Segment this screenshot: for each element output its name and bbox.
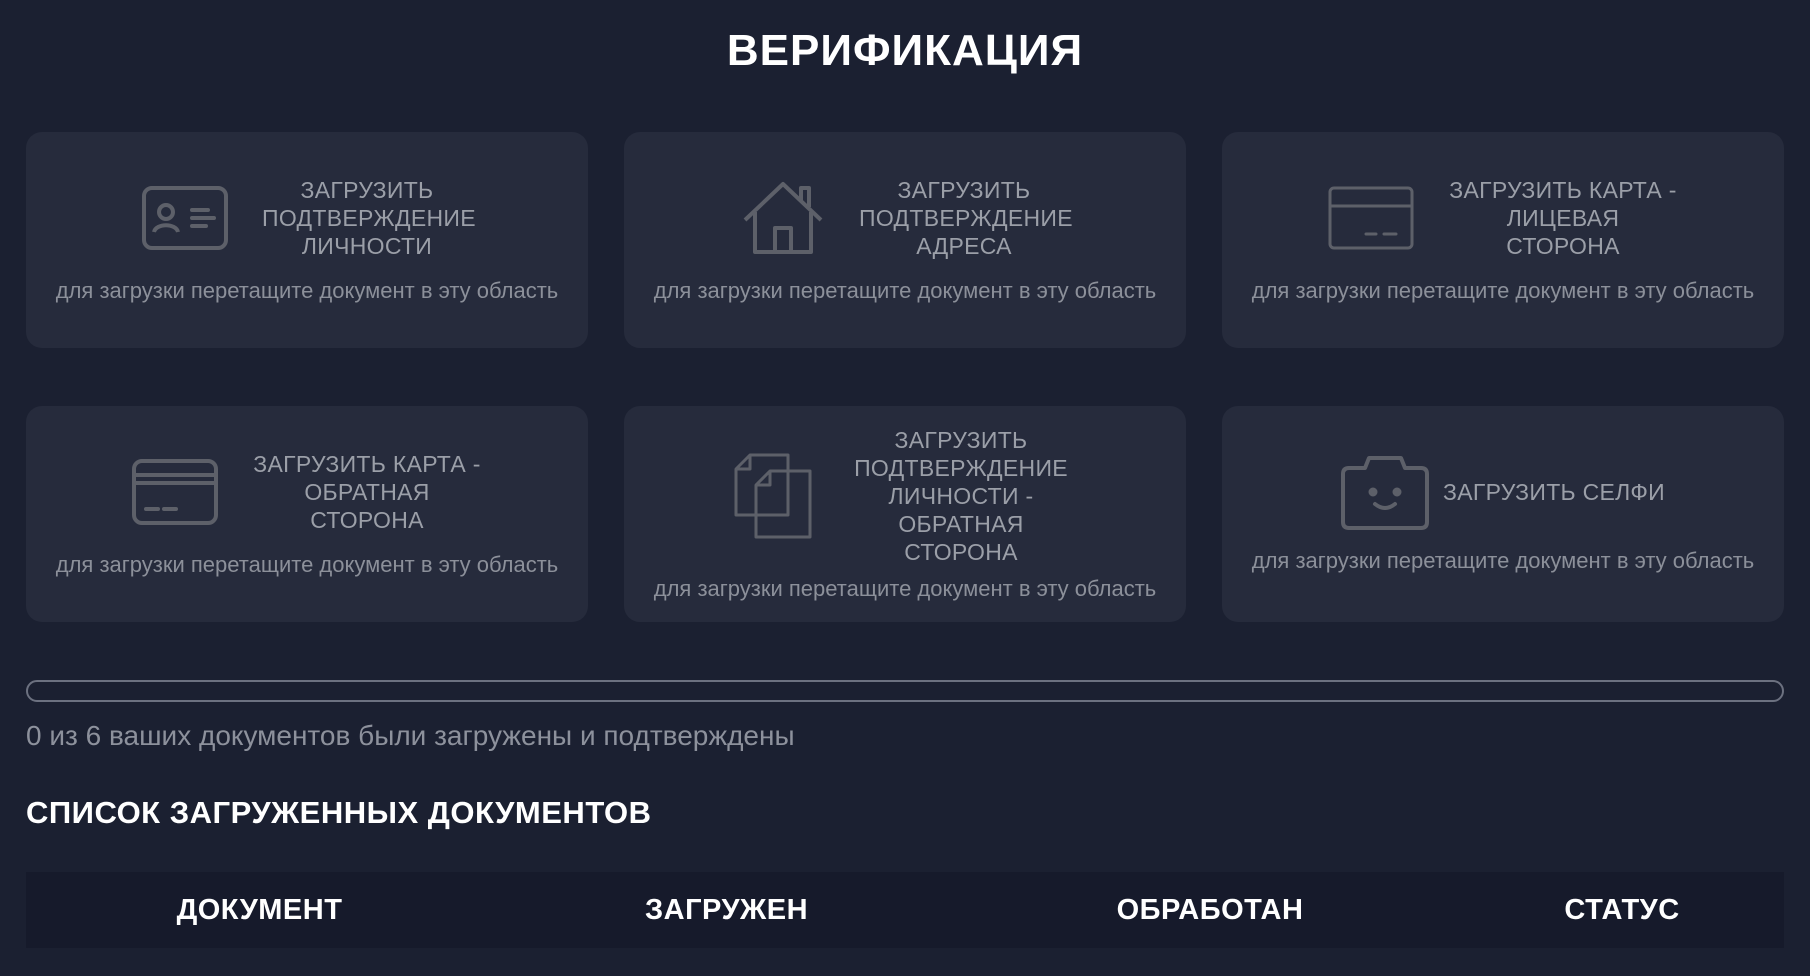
column-header-status[interactable]: СТАТУС [1460,894,1784,927]
credit-card-back-icon [132,459,218,525]
upload-identity-label: Загрузить подтверждение личности [262,177,476,259]
page-title: ВЕРИФИКАЦИЯ [726,26,1084,75]
upload-selfie-label: Загрузить селфи [1443,479,1665,505]
documents-table-header: ДОКУМЕНТ ЗАГРУЖЕН ОБРАБОТАН СТАТУС [26,872,1784,948]
upload-card-back-card[interactable]: Загрузить карта - обратная сторона для з… [26,406,588,622]
upload-cards-grid: Загрузить подтверждение личности для заг… [26,132,1784,622]
upload-card-back-label: Загрузить карта - обратная сторона [253,451,481,533]
upload-card-front-label: Загрузить карта - лицевая сторона [1449,177,1677,259]
column-header-document[interactable]: ДОКУМЕНТ [26,894,493,927]
upload-address-card[interactable]: Загрузить подтверждение адреса для загру… [624,132,1186,348]
upload-identity-card[interactable]: Загрузить подтверждение личности для заг… [26,132,588,348]
house-icon [741,180,825,256]
progress-status-text: 0 из 6 ваших документов были загружены и… [26,720,795,751]
drop-hint: для загрузки перетащите документ в эту о… [1251,548,1755,573]
upload-card-front-card[interactable]: Загрузить карта - лицевая сторона для за… [1222,132,1784,348]
documents-icon [734,453,812,539]
documents-list-title: СПИСОК ЗАГРУЖЕННЫХ ДОКУМЕНТОВ [26,795,652,830]
upload-address-label: Загрузить подтверждение адреса [859,177,1073,259]
drop-hint: для загрузки перетащите документ в эту о… [55,552,559,577]
upload-identity-back-card[interactable]: Загрузить подтверждение личности - обрат… [624,406,1186,622]
id-card-icon [142,186,228,250]
verification-progress-bar [26,680,1784,702]
column-header-uploaded[interactable]: ЗАГРУЖЕН [493,894,960,927]
drop-hint: для загрузки перетащите документ в эту о… [653,278,1157,303]
credit-card-front-icon [1328,186,1414,250]
upload-selfie-card[interactable]: Загрузить селфи для загрузки перетащите … [1222,406,1784,622]
drop-hint: для загрузки перетащите документ в эту о… [1251,278,1755,303]
column-header-processed[interactable]: ОБРАБОТАН [960,894,1460,927]
verification-page: ВЕРИФИКАЦИЯ Загрузить подтверждение личн… [0,0,1810,976]
upload-identity-back-label: Загрузить подтверждение личности - обрат… [854,427,1068,565]
drop-hint: для загрузки перетащите документ в эту о… [55,278,559,303]
drop-hint: для загрузки перетащите документ в эту о… [653,576,1157,601]
selfie-camera-icon [1341,454,1430,530]
